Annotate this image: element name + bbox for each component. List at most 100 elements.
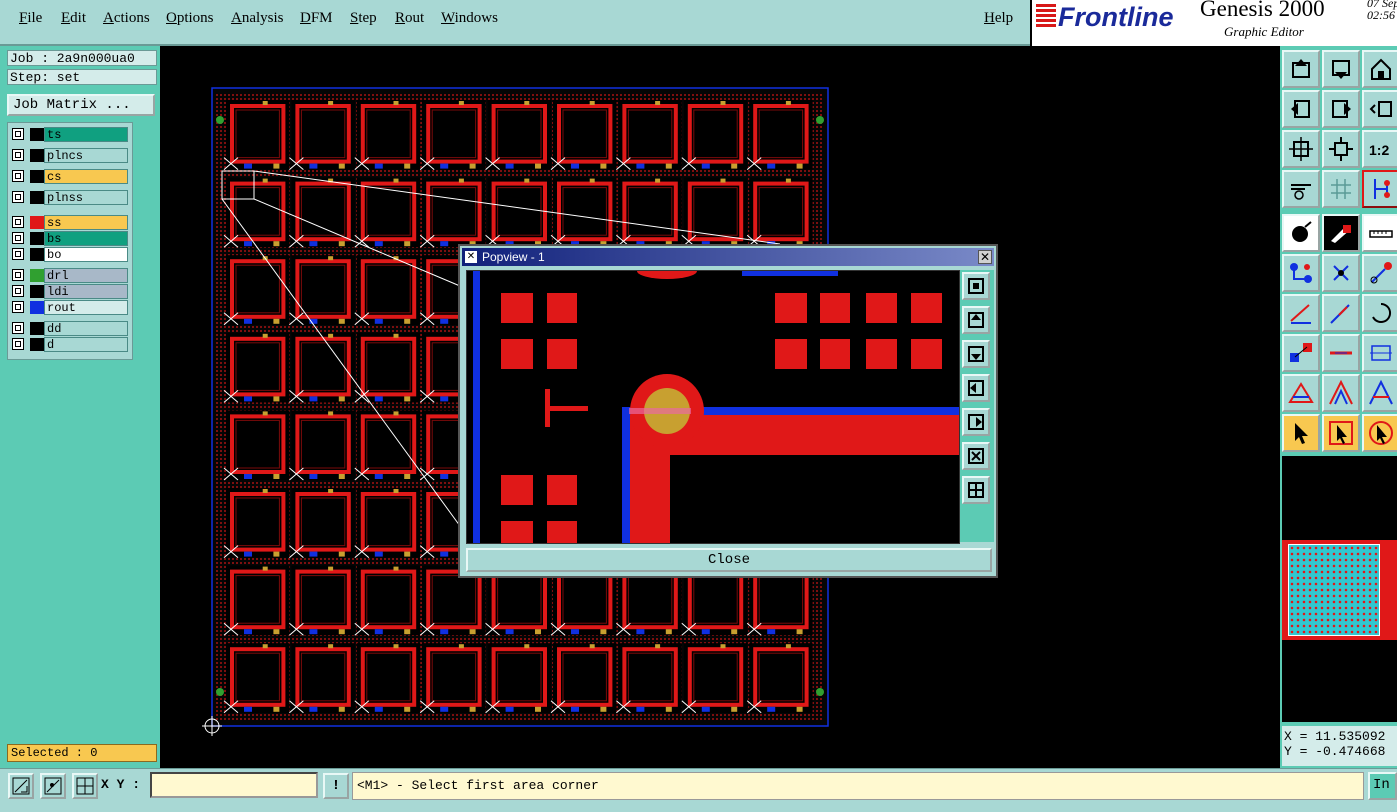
layer-row-ss[interactable]: ss: [10, 215, 130, 230]
layer-checkbox[interactable]: [12, 232, 24, 244]
layer-name[interactable]: ts: [44, 127, 128, 142]
layer-row-plncs[interactable]: plncs: [10, 148, 130, 163]
layer-name[interactable]: cs: [44, 169, 128, 184]
select-circle-button[interactable]: [1362, 414, 1397, 452]
layer-color-swatch[interactable]: [30, 149, 44, 162]
layer-row-cs[interactable]: cs: [10, 169, 130, 184]
snap-center-button[interactable]: [72, 773, 98, 799]
layer-color-swatch[interactable]: [30, 322, 44, 335]
pv-pan-up-button[interactable]: [962, 306, 990, 334]
popview-close-button[interactable]: Close: [466, 548, 992, 572]
home-view-button[interactable]: [1362, 50, 1397, 88]
layer-color-swatch[interactable]: [30, 191, 44, 204]
draw-line-button[interactable]: [1322, 294, 1360, 332]
layer-color-swatch[interactable]: [30, 248, 44, 261]
layer-color-swatch[interactable]: [30, 338, 44, 351]
measure-tool-button[interactable]: [1282, 170, 1320, 208]
menu-file[interactable]: File: [19, 10, 42, 27]
layer-row-dd[interactable]: dd: [10, 321, 130, 336]
layer-checkbox[interactable]: [12, 216, 24, 228]
pan-up-button[interactable]: [1282, 50, 1320, 88]
ruler-button[interactable]: [1362, 214, 1397, 252]
horizontal-line-button[interactable]: [1322, 334, 1360, 372]
pv-zoom-in-button[interactable]: [962, 476, 990, 504]
layer-checkbox[interactable]: [12, 170, 24, 182]
info-button[interactable]: !: [323, 773, 349, 799]
layer-name[interactable]: ldi: [44, 284, 128, 299]
layer-name[interactable]: ss: [44, 215, 128, 230]
add-arc-button[interactable]: [1362, 294, 1397, 332]
close-icon[interactable]: ✕: [978, 250, 992, 264]
overview-minimap[interactable]: [1282, 540, 1397, 640]
layer-checkbox[interactable]: [12, 191, 24, 203]
grid-toggle-button[interactable]: [1322, 170, 1360, 208]
layer-name[interactable]: bo: [44, 247, 128, 262]
layer-row-d[interactable]: d: [10, 337, 130, 352]
layer-name[interactable]: plnss: [44, 190, 128, 205]
input-mode-button[interactable]: In: [1368, 772, 1397, 800]
layer-checkbox[interactable]: [12, 301, 24, 313]
pv-zoom-fit-button[interactable]: [962, 272, 990, 300]
layer-row-drl[interactable]: drl: [10, 268, 130, 283]
triangle-tool-button[interactable]: [1282, 374, 1320, 412]
connect-button[interactable]: [1282, 254, 1320, 292]
pv-pan-down-button[interactable]: [962, 340, 990, 368]
dimension-button[interactable]: [1362, 334, 1397, 372]
layer-color-swatch[interactable]: [30, 128, 44, 141]
pan-down-button[interactable]: [1322, 50, 1360, 88]
snap-mode-button[interactable]: [8, 773, 34, 799]
layer-color-swatch[interactable]: [30, 285, 44, 298]
menu-rout[interactable]: Rout: [395, 10, 424, 27]
snap-toggle-button[interactable]: [1362, 170, 1397, 208]
layer-color-swatch[interactable]: [30, 216, 44, 229]
menu-options[interactable]: Options: [166, 10, 214, 27]
menu-edit[interactable]: Edit: [61, 10, 86, 27]
layer-checkbox[interactable]: [12, 149, 24, 161]
layer-checkbox[interactable]: [12, 338, 24, 350]
layer-row-rout[interactable]: rout: [10, 300, 130, 315]
menu-dfm[interactable]: DFM: [300, 10, 333, 27]
job-matrix-button[interactable]: Job Matrix ...: [7, 94, 155, 116]
layer-row-plnss[interactable]: plnss: [10, 190, 130, 205]
menu-actions[interactable]: Actions: [103, 10, 150, 27]
layer-row-ts[interactable]: ts: [10, 127, 130, 142]
delete-feature-button[interactable]: [1322, 254, 1360, 292]
layer-color-swatch[interactable]: [30, 269, 44, 282]
layer-row-bs[interactable]: bs: [10, 231, 130, 246]
zoom-home-button[interactable]: [1282, 130, 1320, 168]
xy-input[interactable]: [150, 772, 318, 798]
popview-zoom-view[interactable]: [466, 270, 960, 544]
layer-name[interactable]: rout: [44, 300, 128, 315]
pv-pan-right-button[interactable]: [962, 408, 990, 436]
add-surface-button[interactable]: [1322, 214, 1360, 252]
menu-step[interactable]: Step: [350, 10, 377, 27]
select-pointer-button[interactable]: [1282, 414, 1320, 452]
zoom-1-to-2-button[interactable]: 1:2: [1362, 130, 1397, 168]
add-via-button[interactable]: [1282, 334, 1320, 372]
layer-checkbox[interactable]: [12, 322, 24, 334]
select-area-button[interactable]: [1322, 414, 1360, 452]
redraw-button[interactable]: [1362, 90, 1397, 128]
pan-left-button[interactable]: [1282, 90, 1320, 128]
layer-color-swatch[interactable]: [30, 301, 44, 314]
layer-checkbox[interactable]: [12, 285, 24, 297]
add-line-button[interactable]: [1282, 294, 1320, 332]
snap-grid-button[interactable]: [40, 773, 66, 799]
move-feature-button[interactable]: [1362, 254, 1397, 292]
add-pad-button[interactable]: [1282, 214, 1320, 252]
layer-row-bo[interactable]: bo: [10, 247, 130, 262]
layer-row-ldi[interactable]: ldi: [10, 284, 130, 299]
layer-checkbox[interactable]: [12, 248, 24, 260]
layer-checkbox[interactable]: [12, 269, 24, 281]
menu-analysis[interactable]: Analysis: [231, 10, 284, 27]
layer-checkbox[interactable]: [12, 128, 24, 140]
layer-color-swatch[interactable]: [30, 170, 44, 183]
contour-tool-button[interactable]: [1362, 374, 1397, 412]
layer-name[interactable]: drl: [44, 268, 128, 283]
menu-help[interactable]: Help: [984, 10, 1013, 27]
popview-titlebar[interactable]: ✕ Popview - 1 ✕: [462, 248, 994, 266]
layer-name[interactable]: plncs: [44, 148, 128, 163]
layer-color-swatch[interactable]: [30, 232, 44, 245]
pan-right-button[interactable]: [1322, 90, 1360, 128]
pv-zoom-out-button[interactable]: [962, 442, 990, 470]
